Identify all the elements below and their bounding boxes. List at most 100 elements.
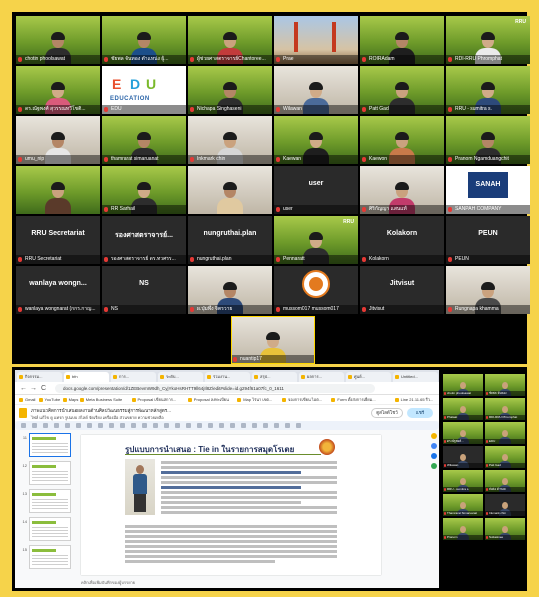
participant-tile[interactable]: Jitvisut Jitvisut xyxy=(360,266,444,314)
participant-tile[interactable]: Kaewan xyxy=(274,116,358,164)
participant-tile[interactable]: RRU - sumitra s. xyxy=(443,470,483,492)
bookmark-item[interactable]: YouTube xyxy=(38,396,60,404)
toolbar-tool-icon[interactable] xyxy=(32,423,37,428)
document-title[interactable]: ภาพแนวคิดการนำเสนอผลงานด้านศิลปวัฒนธรรมส… xyxy=(31,407,171,414)
participant-tile[interactable]: EDU xyxy=(485,422,525,444)
toolbar-tool-icon[interactable] xyxy=(131,423,136,428)
participant-tile[interactable]: E D U EDUCATION EDU xyxy=(102,66,186,114)
participant-tile[interactable]: Kaewon xyxy=(360,116,444,164)
participant-tile[interactable]: nungruthai.plan nungruthai.plan xyxy=(188,216,272,264)
bookmark-item[interactable]: Gmail xyxy=(19,396,35,404)
tasks-icon[interactable] xyxy=(431,443,437,449)
toolbar-tool-icon[interactable] xyxy=(252,423,257,428)
toolbar-tool-icon[interactable] xyxy=(263,423,268,428)
keep-icon[interactable] xyxy=(431,433,437,439)
slide-thumbnail[interactable] xyxy=(29,433,71,457)
browser-tab[interactable]: bfn xyxy=(64,372,109,382)
participant-tile[interactable] xyxy=(16,166,100,214)
participant-tile[interactable]: SANAH SANPAH COMPANY xyxy=(446,166,530,214)
toolbar-tool-icon[interactable] xyxy=(274,423,279,428)
participant-tile[interactable]: mussom017 mussom017 xyxy=(274,266,358,314)
toolbar-tool-icon[interactable] xyxy=(164,423,169,428)
participant-tile[interactable]: Patt Gad xyxy=(485,446,525,468)
browser-tab[interactable]: ระดับ... xyxy=(158,372,203,382)
participant-tile[interactable]: Thamrarat Simaruanat xyxy=(443,494,483,516)
toolbar-tool-icon[interactable] xyxy=(153,423,158,428)
participant-tile[interactable]: RRU Secretariat RRU Secretariat xyxy=(16,216,100,264)
participant-tile[interactable]: Rungnapa khamma xyxy=(446,266,530,314)
participant-tile[interactable]: Inkmark chin xyxy=(485,494,525,516)
back-button[interactable]: ← xyxy=(19,384,28,393)
participant-tile[interactable]: Wilawan xyxy=(274,66,358,114)
browser-tab[interactable]: กิจกรรม... xyxy=(17,372,62,382)
participant-tile[interactable]: Inkmark chin xyxy=(188,116,272,164)
menu-bar[interactable]: ไฟล์ แก้ไข ดู แทรก รูปแบบ สไลด์ จัดเรียง… xyxy=(31,414,164,421)
toolbar-tool-icon[interactable] xyxy=(54,423,59,428)
toolbar-tool-icon[interactable] xyxy=(120,423,125,428)
participant-tile[interactable]: ROIRAdam xyxy=(360,16,444,64)
slide-thumbnail[interactable] xyxy=(29,517,71,541)
toolbar-tool-icon[interactable] xyxy=(76,423,81,428)
toolbar-tool-icon[interactable] xyxy=(296,423,301,428)
participant-tile[interactable]: PEUN PEUN xyxy=(446,216,530,264)
participant-tile[interactable]: ผู้ช่วยศาสตราจารย์Chantoree... xyxy=(188,16,272,64)
participant-tile[interactable]: chotin phoolsawat xyxy=(16,16,100,64)
forward-button[interactable]: → xyxy=(29,384,38,393)
bookmark-item[interactable]: Proposal ลงทะเบียน xyxy=(187,396,229,404)
slide-thumbnail[interactable] xyxy=(29,545,71,569)
participant-tile[interactable]: wanlaya wongn... wanlaya wongnarat (กกร.ก… xyxy=(16,266,100,314)
toolbar-tool-icon[interactable] xyxy=(109,423,114,428)
participant-tile[interactable]: ส่งต่อ ตัวรอย xyxy=(485,470,525,492)
participant-tile[interactable]: Wilawan xyxy=(443,446,483,468)
reload-button[interactable]: C xyxy=(39,384,48,393)
bookmark-item[interactable]: Meta Business Suite xyxy=(79,396,122,404)
toolbar-tool-icon[interactable] xyxy=(241,423,246,428)
toolbar-tool-icon[interactable] xyxy=(98,423,103,428)
bookmark-item[interactable]: Line 21.11.65 รีว... xyxy=(394,396,433,404)
participant-tile[interactable]: Pranom xyxy=(443,518,483,540)
toolbar-tool-icon[interactable] xyxy=(175,423,180,428)
participant-tile[interactable]: Pranom Ngamduangchit xyxy=(446,116,530,164)
browser-tab[interactable]: ศูนย์... xyxy=(346,372,391,382)
participant-tile[interactable]: RR Sarhail xyxy=(102,166,186,214)
participant-tile[interactable]: Phalaat xyxy=(443,398,483,420)
toolbar-tool-icon[interactable] xyxy=(142,423,147,428)
bookmark-item[interactable]: Proposal เขียนสการ... xyxy=(131,396,176,404)
participant-tile[interactable]: chotin phoolsawat xyxy=(443,374,483,396)
participant-tile[interactable]: RDI-RRU Phromphat xyxy=(485,398,525,420)
bookmark-item[interactable]: Maps xyxy=(62,396,78,404)
participant-tile[interactable]: ชัยพล จันทอง xyxy=(485,374,525,396)
participant-tile[interactable]: Prae xyxy=(274,16,358,64)
toolbar-tool-icon[interactable] xyxy=(230,423,235,428)
participant-tile[interactable]: Patt Gad xyxy=(360,66,444,114)
slideshow-button[interactable]: ดูสไลด์โชว์ xyxy=(371,408,403,418)
browser-tab[interactable]: Untitled... xyxy=(393,372,438,382)
participant-tile[interactable]: ชัยพล จันทอง ตำแหน่ง ผู้... xyxy=(102,16,186,64)
toolbar-tool-icon[interactable] xyxy=(87,423,92,428)
current-slide[interactable]: รูปแบบการนำเสนอ : Tie in ในรายการสมุดโรเ… xyxy=(111,437,347,571)
toolbar-tool-icon[interactable] xyxy=(186,423,191,428)
participant-tile[interactable]: NS NS xyxy=(102,266,186,314)
browser-tab[interactable]: การ... xyxy=(111,372,156,382)
participant-tile[interactable]: thamrarat simaruanat xyxy=(102,116,186,164)
participant-tile[interactable]: ศิริกัญญา แสนแท้ xyxy=(360,166,444,214)
browser-tab[interactable]: สรุป... xyxy=(252,372,297,382)
participant-tile[interactable]: RRU Pennaratt xyxy=(274,216,358,264)
toolbar-tool-icon[interactable] xyxy=(65,423,70,428)
share-button[interactable]: แชร์ xyxy=(407,408,433,418)
browser-tab[interactable]: ผลการ... xyxy=(299,372,344,382)
toolbar-tool-icon[interactable] xyxy=(43,423,48,428)
toolbar-tool-icon[interactable] xyxy=(285,423,290,428)
participant-tile[interactable]: ดร.ณัฐพงศ์ สุวรรณทวีโชติ... xyxy=(16,66,100,114)
address-bar[interactable]: docs.google.com/presentation/d/1ZEBevmW9… xyxy=(55,384,375,393)
participant-tile[interactable]: umu_nip xyxy=(16,116,100,164)
participant-tile[interactable]: nuantip17 xyxy=(231,316,315,364)
maps-icon[interactable] xyxy=(431,463,437,469)
browser-tab[interactable]: ร่วมงาน... xyxy=(205,372,250,382)
speaker-notes[interactable]: คลิกเพื่อเพิ่มบันทึกของผู้บรรยาย xyxy=(81,579,381,587)
participant-tile[interactable]: RRU RDI-RRU Phromphat xyxy=(446,16,530,64)
participant-tile[interactable]: Nichapa Singhaseni xyxy=(188,66,272,114)
slide-thumbnail[interactable] xyxy=(29,489,71,513)
contacts-icon[interactable] xyxy=(431,453,437,459)
bookmark-item[interactable]: Form ตั้งส่งการเยี่ยม... xyxy=(331,396,376,404)
